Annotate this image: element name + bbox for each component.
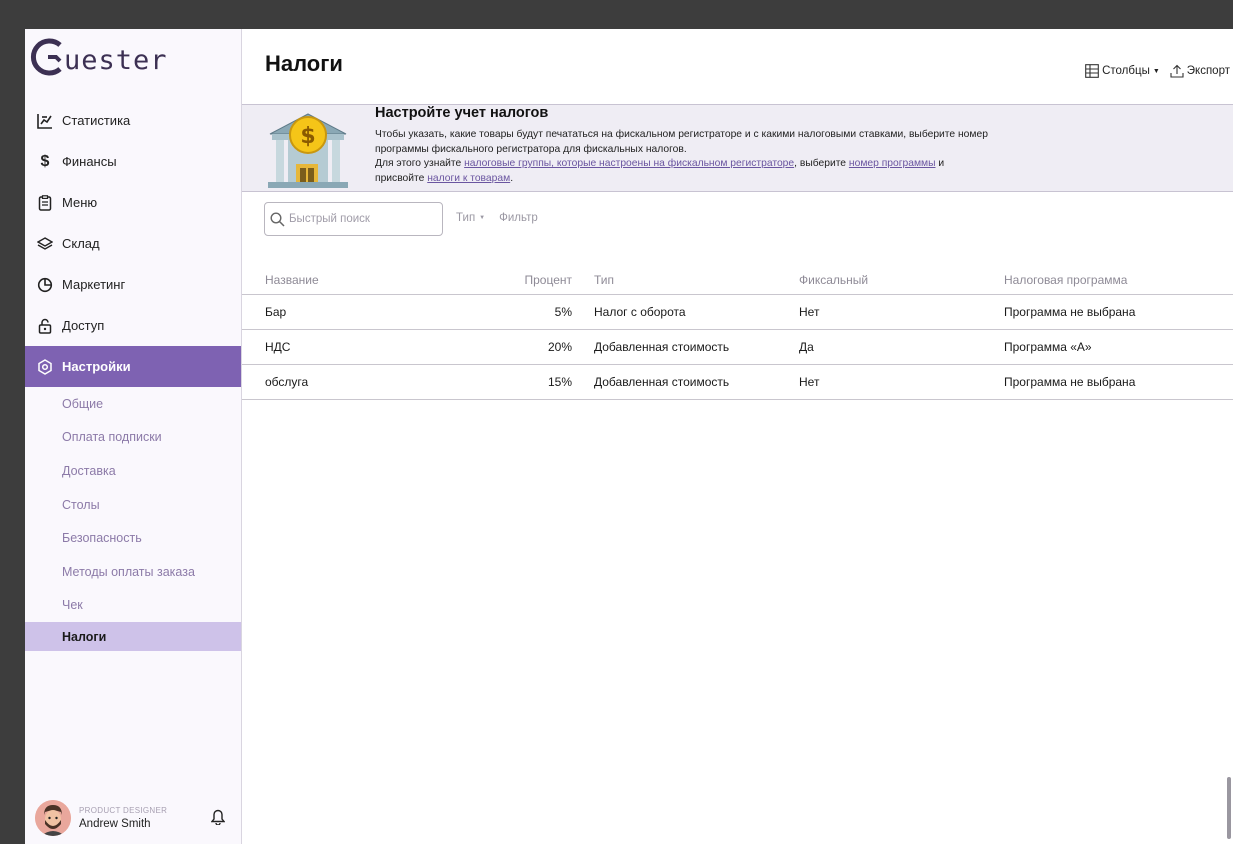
cell-type: Налог с оборота: [594, 305, 686, 319]
type-filter[interactable]: Тип ▼: [456, 212, 485, 224]
columns-label: Столбцы: [1102, 65, 1150, 77]
sidebar-item-label: Статистика: [62, 113, 131, 128]
cell-fiscal: Нет: [799, 305, 820, 319]
sidebar-item-menu[interactable]: Меню: [25, 182, 241, 223]
sidebar-item-marketing[interactable]: Маркетинг: [25, 264, 241, 305]
taxes-table: Название Процент Тип Фиксальный Налогова…: [242, 265, 1233, 400]
logo-text: uester: [64, 44, 168, 76]
sidebar-item-access[interactable]: Доступ: [25, 305, 241, 346]
sidebar-item-finance[interactable]: $ Финансы: [25, 141, 241, 182]
cell-type: Добавленная стоимость: [594, 340, 730, 354]
cell-tax-program: Программа не выбрана: [1004, 305, 1136, 319]
banner-text: Чтобы указать, какие товары будут печата…: [375, 128, 995, 187]
cell-tax-program: Программа не выбрана: [1004, 375, 1136, 389]
header-actions: Столбцы ▼ Экспорт: [1075, 64, 1230, 78]
filter-label: Фильтр: [499, 212, 538, 224]
cell-fiscal: Нет: [799, 375, 820, 389]
filter-bar: Тип ▼ Фильтр: [456, 212, 538, 224]
banner-line2-mid: , выберите: [794, 158, 849, 170]
user-name: Andrew Smith: [79, 818, 151, 830]
program-number-link[interactable]: номер программы: [849, 158, 936, 169]
chevron-down-icon: ▼: [479, 215, 486, 221]
user-role: PRODUCT DESIGNER: [79, 806, 168, 815]
cell-percent: 5%: [554, 305, 572, 319]
sidebar-item-label: Настройки: [62, 359, 131, 374]
export-button[interactable]: Экспорт: [1170, 64, 1230, 78]
submenu-item-delivery[interactable]: Доставка: [25, 454, 241, 488]
column-header-fiscal[interactable]: Фиксальный: [799, 273, 868, 287]
table-row[interactable]: Бар 5% Налог с оборота Нет Программа не …: [242, 295, 1233, 330]
sidebar-item-label: Доступ: [62, 318, 105, 333]
type-filter-label: Тип: [456, 212, 476, 224]
cell-name: НДС: [265, 340, 291, 354]
chevron-down-icon: ▼: [1152, 67, 1160, 75]
submenu-item-security[interactable]: Безопасность: [25, 521, 241, 555]
app-window: uester Статистика $ Финансы Меню Склад М…: [25, 29, 1233, 844]
cell-name: обслуга: [265, 375, 309, 389]
main-content: Налоги Столбцы ▼ Экспорт $ Настройте уче…: [242, 29, 1233, 844]
submenu-item-tables[interactable]: Столы: [25, 488, 241, 522]
submenu-item-payment-methods[interactable]: Методы оплаты заказа: [25, 555, 241, 589]
cell-percent: 20%: [547, 340, 572, 354]
pie-icon: [35, 275, 55, 295]
table-row[interactable]: НДС 20% Добавленная стоимость Да Програм…: [242, 330, 1233, 365]
export-label: Экспорт: [1186, 65, 1230, 77]
submenu-item-subscription[interactable]: Оплата подписки: [25, 421, 241, 455]
table-icon: [1085, 64, 1099, 78]
logo[interactable]: uester: [30, 33, 168, 81]
column-header-tax-program[interactable]: Налоговая программа: [1004, 273, 1127, 287]
sidebar-item-settings[interactable]: Настройки: [25, 346, 241, 387]
submenu-item-taxes[interactable]: Налоги: [25, 622, 241, 652]
tax-setup-banner: $ Настройте учет налогов Чтобы указать, …: [242, 104, 1233, 192]
logo-g-icon: [30, 38, 62, 76]
upload-icon: [1170, 64, 1184, 78]
sidebar-item-statistics[interactable]: Статистика: [25, 100, 241, 141]
cell-type: Добавленная стоимость: [594, 375, 730, 389]
product-taxes-link[interactable]: налоги к товарам: [427, 173, 510, 184]
settings-submenu: Общие Оплата подписки Доставка Столы Без…: [25, 387, 241, 652]
bank-icon: $: [268, 113, 348, 188]
layers-icon: [35, 234, 55, 254]
avatar[interactable]: [35, 800, 71, 836]
cell-percent: 15%: [547, 375, 572, 389]
search-box[interactable]: [264, 202, 443, 236]
user-info: PRODUCT DESIGNER Andrew Smith: [79, 806, 167, 830]
page-title: Налоги: [265, 51, 343, 76]
chart-icon: [35, 111, 55, 131]
cell-tax-program: Программа «А»: [1004, 340, 1092, 354]
banner-title: Настройте учет налогов: [375, 105, 549, 121]
column-header-percent[interactable]: Процент: [502, 273, 572, 287]
sidebar-item-label: Склад: [62, 236, 100, 251]
cell-name: Бар: [265, 305, 287, 319]
banner-line2-prefix: Для этого узнайте: [375, 158, 465, 170]
sidebar-nav: Статистика $ Финансы Меню Склад Маркетин…: [25, 100, 241, 652]
svg-text:$: $: [300, 124, 315, 149]
submenu-item-general[interactable]: Общие: [25, 387, 241, 421]
sidebar: uester Статистика $ Финансы Меню Склад М…: [25, 29, 242, 844]
columns-button[interactable]: Столбцы ▼: [1085, 64, 1160, 78]
filter-button[interactable]: Фильтр: [499, 212, 538, 224]
tax-groups-link[interactable]: налоговые группы, которые настроены на ф…: [464, 158, 794, 169]
banner-line1: Чтобы указать, какие товары будут печата…: [375, 129, 988, 155]
sidebar-item-label: Меню: [62, 195, 98, 210]
sidebar-item-label: Финансы: [62, 154, 117, 169]
banner-line2-end: .: [510, 173, 514, 185]
table-row[interactable]: обслуга 15% Добавленная стоимость Нет Пр…: [242, 365, 1233, 400]
clipboard-icon: [35, 193, 55, 213]
scrollbar[interactable]: [1227, 777, 1231, 839]
user-profile[interactable]: PRODUCT DESIGNER Andrew Smith: [35, 798, 235, 838]
table-header: Название Процент Тип Фиксальный Налогова…: [242, 265, 1233, 295]
cell-fiscal: Да: [799, 340, 814, 354]
lock-icon: [35, 316, 55, 336]
sidebar-item-label: Маркетинг: [62, 277, 126, 292]
bell-icon[interactable]: [210, 809, 226, 830]
column-header-type[interactable]: Тип: [594, 273, 614, 287]
search-icon: [270, 211, 285, 227]
dollar-icon: $: [40, 152, 50, 170]
search-input[interactable]: [289, 213, 429, 225]
column-header-name[interactable]: Название: [265, 273, 319, 287]
submenu-item-receipt[interactable]: Чек: [25, 589, 241, 623]
sidebar-item-warehouse[interactable]: Склад: [25, 223, 241, 264]
settings-icon: [35, 357, 55, 377]
